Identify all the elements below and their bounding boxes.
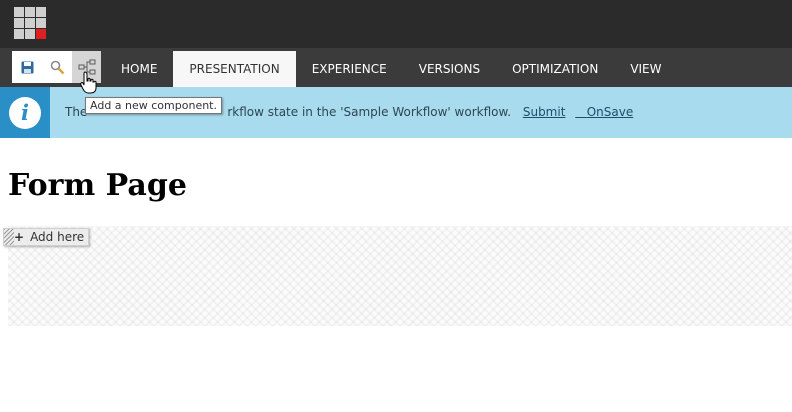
ribbon-tabs: HOME PRESENTATION EXPERIENCE VERSIONS OP… — [105, 51, 678, 87]
tooltip: Add a new component. — [85, 97, 222, 114]
page-title: Form Page — [8, 168, 187, 203]
search-icon — [50, 60, 64, 74]
tab-experience[interactable]: EXPERIENCE — [296, 51, 403, 87]
tab-home[interactable]: HOME — [105, 51, 173, 87]
save-button[interactable] — [12, 51, 42, 83]
plus-icon: + — [14, 230, 25, 244]
save-icon — [21, 61, 33, 73]
add-here-label: Add here — [30, 230, 85, 244]
tab-view[interactable]: VIEW — [614, 51, 677, 87]
notification-text-rest: rkflow state in the 'Sample Workflow' wo… — [227, 105, 512, 119]
hand-cursor-icon — [80, 71, 97, 94]
onsave-link[interactable]: OnSave — [575, 105, 634, 119]
search-button[interactable] — [42, 51, 72, 83]
tab-optimization[interactable]: OPTIMIZATION — [496, 51, 614, 87]
app-logo-icon[interactable] — [14, 7, 46, 39]
submit-link[interactable]: Submit — [523, 105, 566, 119]
ribbon: HOME PRESENTATION EXPERIENCE VERSIONS OP… — [0, 48, 792, 87]
component-placeholder[interactable] — [8, 226, 792, 326]
add-here-button[interactable]: + Add here — [3, 228, 89, 246]
tab-presentation[interactable]: PRESENTATION — [173, 51, 296, 87]
info-icon: i — [9, 96, 41, 129]
top-bar — [0, 0, 792, 48]
notification-text-start: The — [65, 105, 88, 119]
drag-handle — [4, 229, 14, 245]
info-icon-box: i — [0, 87, 50, 138]
tab-versions[interactable]: VERSIONS — [403, 51, 496, 87]
